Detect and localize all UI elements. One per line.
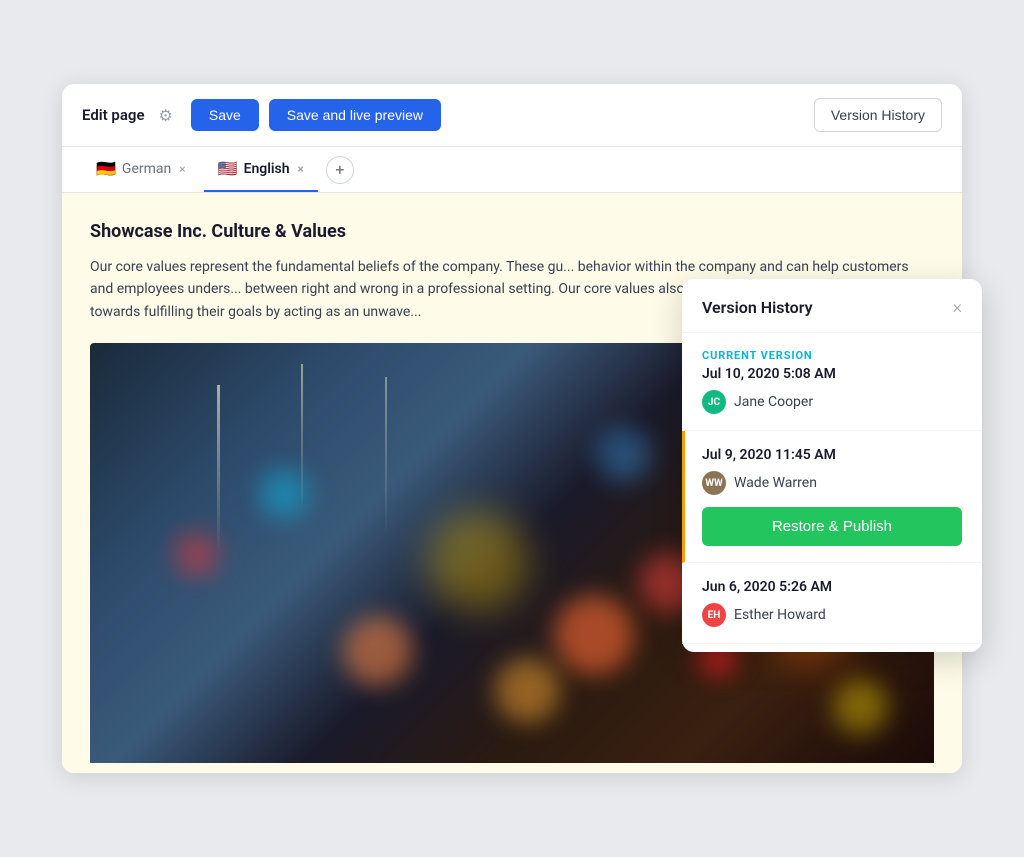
version-user-2: WW Wade Warren [702, 471, 962, 495]
version-user-1: JC Jane Cooper [702, 390, 962, 414]
version-history-panel: Version History × CURRENT VERSION Jul 10… [682, 279, 982, 652]
current-version-label: CURRENT VERSION [702, 349, 962, 362]
version-user-3: EH Esther Howard [702, 603, 962, 627]
english-flag-icon: 🇺🇸 [218, 159, 238, 178]
main-container: Edit page ⚙ Save Save and live preview V… [62, 84, 962, 773]
tab-english[interactable]: 🇺🇸 English × [204, 147, 318, 192]
german-flag-icon: 🇩🇪 [96, 159, 116, 178]
tab-english-label: English [244, 161, 290, 177]
avatar-jane-cooper: JC [702, 390, 726, 414]
version-date-3: Jun 6, 2020 5:26 AM [702, 579, 962, 595]
gear-icon[interactable]: ⚙ [159, 106, 173, 125]
tab-german-label: German [122, 161, 171, 177]
vh-panel-title: Version History [702, 298, 813, 317]
editor-toolbar: Edit page ⚙ Save Save and live preview V… [62, 84, 962, 147]
username-1: Jane Cooper [734, 394, 813, 410]
tab-german[interactable]: 🇩🇪 German × [82, 147, 200, 192]
restore-publish-button[interactable]: Restore & Publish [702, 507, 962, 546]
version-history-button[interactable]: Version History [814, 98, 942, 132]
save-preview-button[interactable]: Save and live preview [269, 99, 441, 131]
content-title: Showcase Inc. Culture & Values [90, 221, 934, 242]
tab-german-close-icon[interactable]: × [179, 162, 185, 176]
version-date-2: Jul 9, 2020 11:45 AM [702, 447, 962, 463]
version-entry-3[interactable]: Jun 6, 2020 5:26 AM EH Esther Howard [682, 563, 982, 644]
avatar-esther-howard: EH [702, 603, 726, 627]
vh-close-button[interactable]: × [953, 297, 962, 318]
tabs-bar: 🇩🇪 German × 🇺🇸 English × + [62, 147, 962, 193]
edit-page-label: Edit page [82, 106, 145, 124]
avatar-wade-warren: WW [702, 471, 726, 495]
save-button[interactable]: Save [191, 99, 259, 131]
username-2: Wade Warren [734, 475, 817, 491]
vh-header: Version History × [682, 279, 982, 333]
version-date-1: Jul 10, 2020 5:08 AM [702, 366, 962, 382]
version-entry-2[interactable]: Jul 9, 2020 11:45 AM WW Wade Warren Rest… [682, 431, 982, 563]
add-tab-button[interactable]: + [326, 156, 354, 184]
version-entry-1[interactable]: CURRENT VERSION Jul 10, 2020 5:08 AM JC … [682, 333, 982, 431]
username-3: Esther Howard [734, 607, 826, 623]
tab-english-close-icon[interactable]: × [298, 162, 304, 176]
